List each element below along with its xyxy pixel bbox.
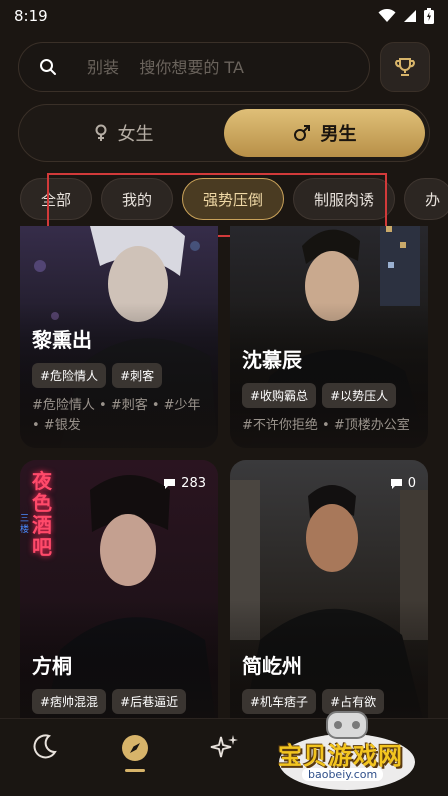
chip-label: 强势压倒 bbox=[203, 190, 264, 209]
card-description: #不许你拒绝 • #顶楼办公室 bbox=[242, 418, 410, 433]
gender-male-label: 男生 bbox=[320, 124, 357, 145]
chat-count-badge: 283 bbox=[163, 476, 206, 491]
card-tag: #占有欲 bbox=[322, 689, 385, 714]
compass-icon bbox=[122, 735, 148, 761]
gender-female-option[interactable]: 女生 bbox=[23, 109, 224, 157]
chip-all[interactable]: 全部 bbox=[20, 178, 93, 220]
search-input[interactable] bbox=[87, 57, 327, 77]
chat-bubble-icon bbox=[164, 478, 176, 489]
card-tags: #痞帅混混 #后巷逼近 bbox=[32, 689, 206, 714]
card-tag: #危险情人 bbox=[32, 363, 107, 388]
neon-sign: 夜色酒吧 bbox=[32, 469, 52, 559]
character-card[interactable]: 黎熏出 #危险情人 #刺客 #危险情人 • #刺客 • #少年 • #银发 bbox=[20, 226, 218, 448]
card-info: 方桐 #痞帅混混 #后巷逼近 bbox=[20, 650, 218, 718]
chat-count-badge: 0 bbox=[390, 476, 416, 491]
moon-icon bbox=[33, 734, 57, 759]
chip-office[interactable]: 办 bbox=[404, 178, 448, 220]
status-bar: 8:19 bbox=[0, 0, 448, 32]
gender-female-label: 女生 bbox=[117, 124, 154, 145]
card-name: 黎熏出 bbox=[32, 328, 92, 352]
nav-moon[interactable] bbox=[0, 733, 90, 759]
female-icon bbox=[95, 124, 106, 141]
card-info: 简屹州 #机车痞子 #占有欲 bbox=[230, 650, 428, 718]
nav-explore[interactable] bbox=[90, 733, 180, 772]
trophy-button[interactable] bbox=[380, 42, 430, 92]
neon-sign-floor: 三楼 bbox=[20, 514, 30, 535]
status-icons bbox=[378, 8, 434, 24]
character-card[interactable]: 0 简屹州 #机车痞子 #占有欲 bbox=[230, 460, 428, 718]
chat-count: 283 bbox=[181, 476, 206, 491]
wifi-icon bbox=[378, 9, 396, 22]
card-tag: #机车痞子 bbox=[242, 689, 317, 714]
chip-label: 我的 bbox=[122, 190, 153, 209]
card-info: 黎熏出 #危险情人 #刺客 #危险情人 • #刺客 • #少年 • #银发 bbox=[20, 324, 218, 448]
card-tags: #危险情人 #刺客 bbox=[32, 363, 206, 388]
nav-sparkle[interactable] bbox=[180, 733, 270, 761]
signal-icon bbox=[404, 10, 416, 22]
chip-dominant[interactable]: 强势压倒 bbox=[182, 178, 285, 220]
card-tag: #痞帅混混 bbox=[32, 689, 107, 714]
character-card[interactable]: 沈慕辰 #收购霸总 #以势压人 #不许你拒绝 • #顶楼办公室 bbox=[230, 226, 428, 448]
card-tags: #机车痞子 #占有欲 bbox=[242, 689, 416, 714]
chip-mine[interactable]: 我的 bbox=[101, 178, 174, 220]
card-tag: #收购霸总 bbox=[242, 383, 317, 408]
chat-count: 0 bbox=[407, 476, 416, 491]
gender-male-option[interactable]: 男生 bbox=[224, 109, 425, 157]
male-icon bbox=[293, 125, 310, 141]
character-card[interactable]: 夜色酒吧 三楼 283 方桐 #痞帅混混 #后巷逼近 bbox=[20, 460, 218, 718]
character-grid: 黎熏出 #危险情人 #刺客 #危险情人 • #刺客 • #少年 • #银发 沈慕… bbox=[20, 226, 428, 718]
chat-bubble-icon bbox=[390, 478, 402, 489]
card-name: 简屹州 bbox=[242, 654, 302, 678]
battery-icon bbox=[424, 8, 434, 24]
trophy-icon bbox=[395, 58, 415, 76]
search-icon bbox=[40, 59, 56, 75]
card-tag: #刺客 bbox=[112, 363, 163, 388]
search-row bbox=[18, 42, 430, 94]
category-chips: 全部 我的 强势压倒 制服肉诱 办 bbox=[20, 178, 448, 220]
nav-active-indicator bbox=[125, 769, 145, 772]
chip-label: 制服肉诱 bbox=[314, 190, 375, 209]
bottom-nav bbox=[0, 718, 448, 796]
card-tags: #收购霸总 #以势压人 bbox=[242, 383, 416, 408]
card-info: 沈慕辰 #收购霸总 #以势压人 #不许你拒绝 • #顶楼办公室 bbox=[230, 344, 428, 448]
card-tag: #后巷逼近 bbox=[112, 689, 187, 714]
card-tag: #以势压人 bbox=[322, 383, 397, 408]
search-box[interactable] bbox=[18, 42, 370, 92]
chip-label: 办 bbox=[425, 190, 441, 209]
chip-label: 全部 bbox=[41, 190, 72, 209]
gender-toggle: 女生 男生 bbox=[18, 104, 430, 162]
card-name: 沈慕辰 bbox=[242, 348, 302, 372]
chip-uniform[interactable]: 制服肉诱 bbox=[293, 178, 396, 220]
card-name: 方桐 bbox=[32, 654, 72, 678]
card-description: #危险情人 • #刺客 • #少年 • #银发 bbox=[32, 398, 201, 433]
sparkle-icon bbox=[210, 735, 238, 758]
status-time: 8:19 bbox=[14, 7, 48, 25]
